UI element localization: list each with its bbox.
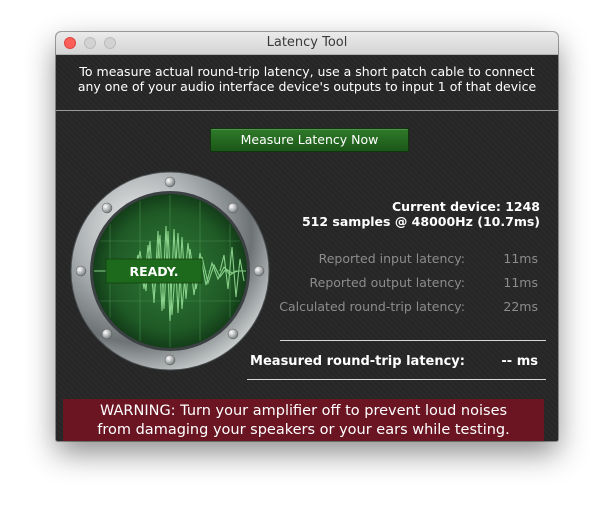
reported-output-latency-label: Reported output latency: [309, 275, 465, 290]
bolt-icon [164, 176, 176, 188]
bolt-icon [164, 354, 176, 366]
sample-rate-label: 512 samples @ 48000Hz (10.7ms) [301, 214, 540, 229]
title-bar[interactable]: Latency Tool [56, 32, 558, 55]
calculated-roundtrip-latency-value: 22ms [503, 299, 538, 314]
tool-content: To measure actual round-trip latency, us… [56, 55, 558, 441]
bolt-icon [101, 202, 113, 214]
instructions-line-1: To measure actual round-trip latency, us… [79, 64, 535, 79]
reported-input-latency-label: Reported input latency: [318, 251, 465, 266]
calculated-roundtrip-latency-label: Calculated round-trip latency: [279, 299, 465, 314]
reported-output-latency-value: 11ms [503, 275, 538, 290]
header-divider [56, 110, 558, 111]
warning-line-2: from damaging your speakers or your ears… [97, 422, 510, 438]
bolt-icon [227, 202, 239, 214]
bolt-icon [227, 328, 239, 340]
warning-line-1: WARNING: Turn your amplifier off to prev… [99, 403, 508, 419]
oscilloscope-display: READY. [70, 171, 270, 371]
scope-status-label: READY. [129, 264, 178, 279]
bolt-icon [101, 328, 113, 340]
results-divider-top [280, 340, 546, 341]
instructions-line-2: any one of your audio interface device's… [77, 79, 537, 94]
window-title: Latency Tool [266, 35, 348, 50]
latency-tool-window: Latency Tool To measure actual round-tri… [56, 32, 558, 441]
bolt-icon [253, 265, 265, 277]
measure-latency-button[interactable]: Measure Latency Now [210, 128, 409, 152]
current-device-label: Current device: 1248 [392, 199, 540, 214]
bolt-icon [75, 265, 87, 277]
warning-banner: WARNING: Turn your amplifier off to prev… [63, 399, 544, 441]
reported-input-latency-value: 11ms [503, 251, 538, 266]
results-divider-bottom [247, 379, 546, 380]
measured-latency-value: -- ms [501, 354, 538, 369]
measured-latency-label: Measured round-trip latency: [250, 354, 465, 369]
